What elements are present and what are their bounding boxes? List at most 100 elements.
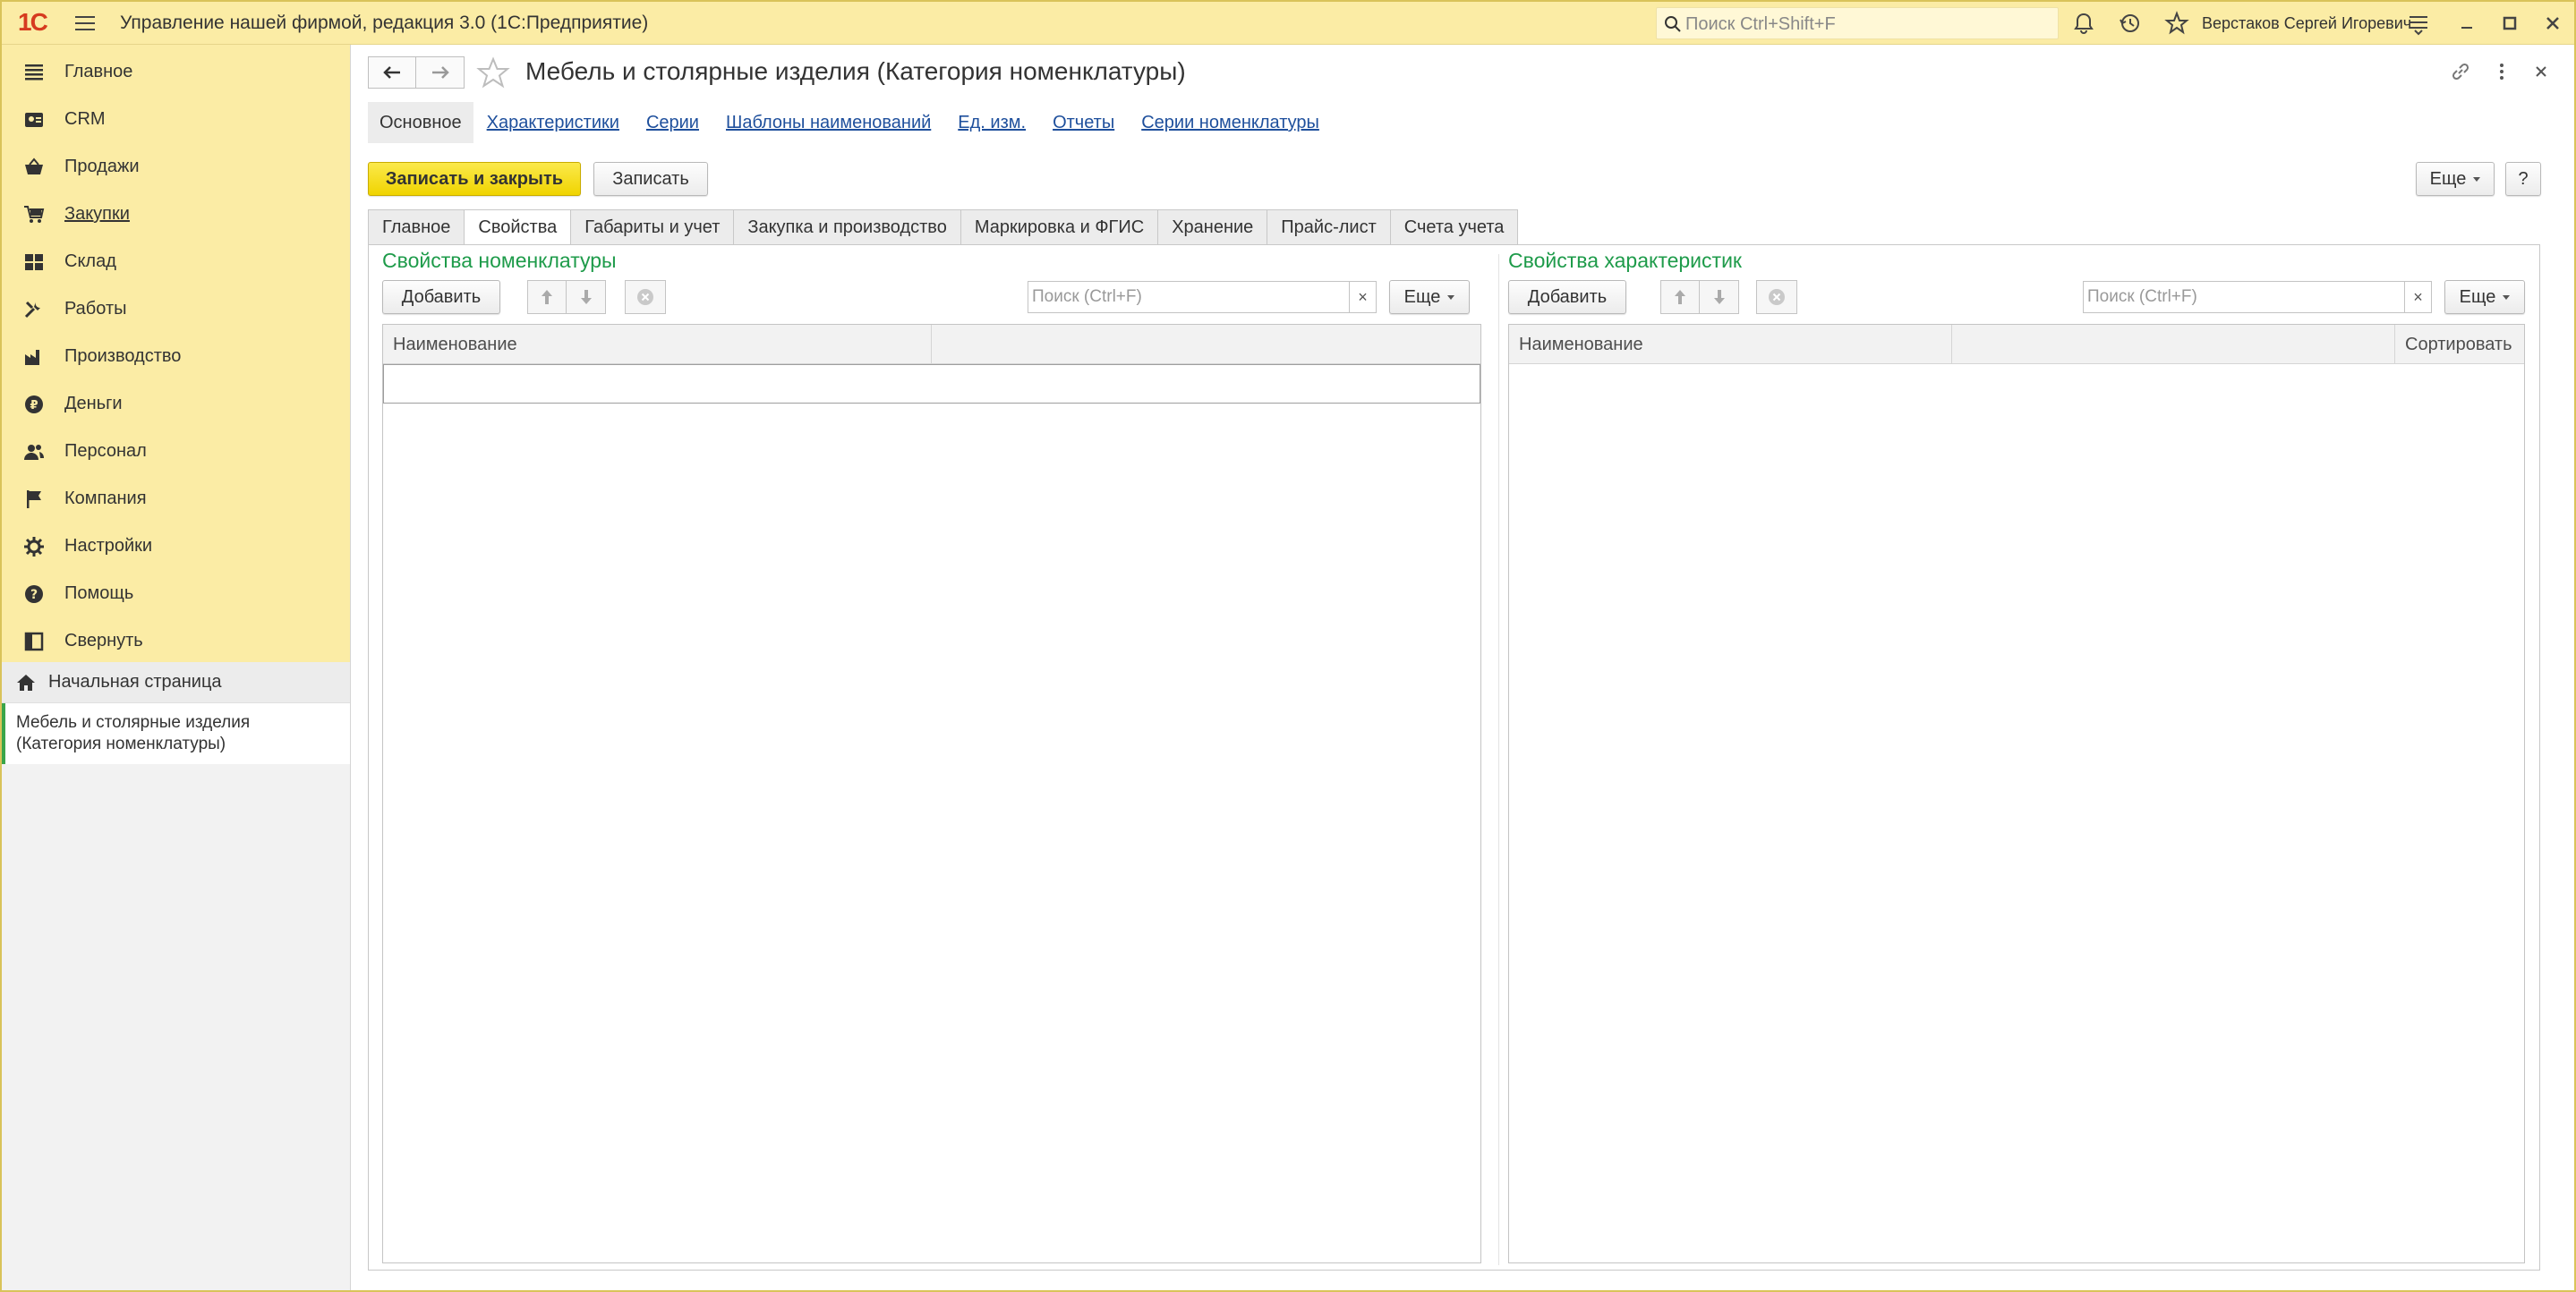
back-button[interactable] xyxy=(368,56,416,89)
form-navigation: Основное Характеристики Серии Шаблоны на… xyxy=(368,102,1333,143)
section-company[interactable]: Компания xyxy=(2,475,350,523)
main-menu-icon[interactable] xyxy=(73,13,97,34)
section-settings[interactable]: Настройки xyxy=(2,523,350,570)
form-nav-units[interactable]: Ед. изм. xyxy=(944,102,1039,143)
column-value-header[interactable] xyxy=(1952,325,2395,364)
arrow-down-icon xyxy=(580,290,592,304)
section-purchases[interactable]: Закупки xyxy=(2,191,350,238)
sections-panel: Главное CRM Продажи Закупки Склад Работы xyxy=(2,45,350,662)
home-page-label: Начальная страница xyxy=(48,672,222,692)
move-up-button[interactable] xyxy=(1660,280,1700,314)
clear-search-button[interactable]: × xyxy=(1349,282,1376,312)
section-label: Работы xyxy=(64,299,127,319)
section-crm[interactable]: CRM xyxy=(2,96,350,143)
add-item-property-button[interactable]: Добавить xyxy=(382,280,500,314)
characteristic-properties-more-button[interactable]: Еще xyxy=(2444,280,2525,314)
item-properties-pane: Свойства номенклатуры Добавить Поиск (Ct… xyxy=(369,245,1493,1270)
link-icon[interactable] xyxy=(2450,61,2471,82)
1c-logo: 1С xyxy=(18,8,48,36)
section-works[interactable]: Работы xyxy=(2,285,350,333)
home-icon xyxy=(17,674,35,691)
characteristic-properties-search-input[interactable]: Поиск (Ctrl+F) × xyxy=(2083,281,2432,313)
user-name[interactable]: Верстаков Сергей Игоревич xyxy=(2202,13,2411,33)
section-label: Главное xyxy=(64,62,133,81)
section-money[interactable]: ₽ Деньги xyxy=(2,380,350,428)
opened-window-item[interactable]: Мебель и столярные изделия (Категория но… xyxy=(2,703,350,764)
maximize-icon[interactable] xyxy=(2497,11,2522,36)
tab-accounts[interactable]: Счета учета xyxy=(1390,209,1519,245)
save-and-close-button[interactable]: Записать и закрыть xyxy=(368,162,581,196)
item-properties-search-input[interactable]: Поиск (Ctrl+F) × xyxy=(1028,281,1377,313)
tab-dimensions[interactable]: Габариты и учет xyxy=(571,209,735,245)
favorite-star-icon[interactable] xyxy=(475,55,511,91)
section-production[interactable]: Производство xyxy=(2,333,350,380)
tab-properties[interactable]: Свойства xyxy=(465,209,572,245)
properties-tab-panel: Свойства номенклатуры Добавить Поиск (Ct… xyxy=(368,244,2540,1271)
clear-search-button[interactable]: × xyxy=(2404,282,2431,312)
column-name-header[interactable]: Наименование xyxy=(1509,325,1952,364)
opened-window-label: Мебель и столярные изделия (Категория но… xyxy=(16,713,251,753)
section-sales[interactable]: Продажи xyxy=(2,143,350,191)
add-characteristic-property-button[interactable]: Добавить xyxy=(1508,280,1626,314)
characteristic-properties-table[interactable]: Наименование Сортировать xyxy=(1508,324,2525,1263)
form-nav-name-templates[interactable]: Шаблоны наименований xyxy=(712,102,944,143)
people-icon xyxy=(24,444,44,460)
sections-sidebar: Главное CRM Продажи Закупки Склад Работы xyxy=(2,45,351,1290)
delete-circle-icon xyxy=(637,289,653,305)
form-nav-main[interactable]: Основное xyxy=(368,102,473,143)
move-down-button[interactable] xyxy=(567,280,606,314)
global-search-input[interactable]: Поиск Ctrl+Shift+F xyxy=(1656,7,2059,39)
section-warehouse[interactable]: Склад xyxy=(2,238,350,285)
collapse-panel-icon xyxy=(24,632,44,650)
help-button[interactable]: ? xyxy=(2505,162,2541,196)
save-button[interactable]: Записать xyxy=(593,162,708,196)
section-staff[interactable]: Персонал xyxy=(2,428,350,475)
tab-purchase-production[interactable]: Закупка и производство xyxy=(734,209,961,245)
column-value-header[interactable] xyxy=(932,325,1480,364)
minimize-icon[interactable] xyxy=(2454,11,2479,36)
item-properties-table[interactable]: Наименование xyxy=(382,324,1481,1263)
more-label: Еще xyxy=(2459,286,2496,307)
close-icon[interactable] xyxy=(2540,11,2565,36)
favorites-star-icon[interactable] xyxy=(2164,11,2189,36)
item-properties-more-button[interactable]: Еще xyxy=(1389,280,1470,314)
history-nav xyxy=(368,56,466,89)
more-actions-button[interactable]: Еще xyxy=(2416,162,2495,196)
gear-icon xyxy=(24,536,44,557)
delete-item-property-button[interactable] xyxy=(625,280,666,314)
section-help[interactable]: ? Помощь xyxy=(2,570,350,617)
form-nav-series[interactable]: Серии xyxy=(633,102,712,143)
tab-marking[interactable]: Маркировка и ФГИС xyxy=(960,209,1159,245)
move-up-button[interactable] xyxy=(527,280,567,314)
table-row[interactable] xyxy=(383,364,1480,404)
search-placeholder: Поиск (Ctrl+F) xyxy=(1032,287,1142,306)
section-label: CRM xyxy=(64,109,106,129)
section-collapse[interactable]: Свернуть xyxy=(2,617,350,665)
form-nav-characteristics[interactable]: Характеристики xyxy=(473,102,633,143)
history-icon[interactable] xyxy=(2118,11,2143,36)
arrow-up-icon xyxy=(542,290,552,304)
home-page-link[interactable]: Начальная страница xyxy=(2,662,350,703)
section-label: Продажи xyxy=(64,157,140,176)
forward-button[interactable] xyxy=(416,56,465,89)
delete-characteristic-property-button[interactable] xyxy=(1756,280,1797,314)
form-nav-reports[interactable]: Отчеты xyxy=(1039,102,1128,143)
settings-lines-icon[interactable] xyxy=(2406,11,2431,36)
section-main[interactable]: Главное xyxy=(2,48,350,96)
move-down-button[interactable] xyxy=(1700,280,1739,314)
tab-main[interactable]: Главное xyxy=(368,209,465,245)
page-title: Мебель и столярные изделия (Категория но… xyxy=(525,57,1186,85)
section-label: Склад xyxy=(64,251,116,271)
arrow-right-icon xyxy=(431,66,449,79)
form-nav-item-series[interactable]: Серии номенклатуры xyxy=(1128,102,1333,143)
bell-icon[interactable] xyxy=(2071,11,2096,36)
characteristic-properties-title: Свойства характеристик xyxy=(1508,249,1742,272)
section-label: Деньги xyxy=(64,394,123,413)
column-sort-header[interactable]: Сортировать xyxy=(2395,325,2524,364)
column-name-header[interactable]: Наименование xyxy=(383,325,932,364)
tab-storage[interactable]: Хранение xyxy=(1158,209,1268,245)
close-form-icon[interactable] xyxy=(2530,61,2552,82)
tab-price-list[interactable]: Прайс-лист xyxy=(1267,209,1391,245)
section-label: Производство xyxy=(64,346,182,366)
more-vertical-icon[interactable] xyxy=(2491,61,2512,82)
